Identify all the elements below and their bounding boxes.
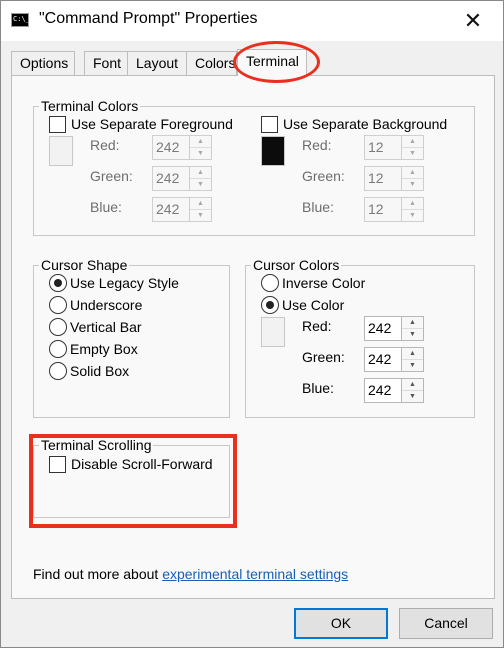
spin-up-icon[interactable]: ▲	[402, 317, 423, 329]
use-separate-foreground-label: Use Separate Foreground	[71, 116, 233, 132]
cursor-blue-value[interactable]: 242	[364, 378, 402, 403]
spin-up-icon[interactable]: ▲	[402, 136, 423, 148]
ok-button[interactable]: OK	[294, 608, 388, 639]
cursor-legacy-label: Use Legacy Style	[70, 275, 179, 291]
experimental-terminal-settings-link[interactable]: experimental terminal settings	[162, 566, 348, 582]
use-separate-background-label: Use Separate Background	[283, 116, 448, 132]
inverse-color-radio[interactable]	[261, 274, 279, 292]
background-green-label: Green:	[302, 168, 345, 184]
tab-font[interactable]: Font	[84, 51, 128, 75]
foreground-red-value[interactable]: 242	[152, 135, 190, 160]
cursor-legacy-radio[interactable]	[49, 274, 67, 292]
spin-up-icon[interactable]: ▲	[190, 167, 211, 179]
foreground-blue-spinner[interactable]: 242 ▲ ▼	[152, 197, 212, 222]
cursor-underscore-radio[interactable]	[49, 296, 67, 314]
spin-down-icon[interactable]: ▼	[402, 329, 423, 341]
spin-down-icon[interactable]: ▼	[402, 148, 423, 160]
cursor-shape-legend: Cursor Shape	[41, 257, 128, 273]
cursor-vertical-bar-label: Vertical Bar	[70, 319, 142, 335]
spin-down-icon[interactable]: ▼	[190, 179, 211, 191]
spin-down-icon[interactable]: ▼	[402, 210, 423, 222]
spin-up-icon[interactable]: ▲	[190, 136, 211, 148]
cursor-empty-box-radio[interactable]	[49, 340, 67, 358]
terminal-colors-legend: Terminal Colors	[41, 98, 139, 114]
spin-down-icon[interactable]: ▼	[402, 391, 423, 403]
inverse-color-label: Inverse Color	[282, 275, 366, 291]
use-color-label: Use Color	[282, 297, 345, 313]
spin-up-icon[interactable]: ▲	[402, 198, 423, 210]
use-separate-background-checkbox[interactable]	[261, 116, 278, 133]
cursor-colors-legend: Cursor Colors	[253, 257, 340, 273]
foreground-green-value[interactable]: 242	[152, 166, 190, 191]
spin-down-icon[interactable]: ▼	[402, 179, 423, 191]
info-text: Find out more about experimental termina…	[33, 566, 348, 582]
terminal-tab-panel: Terminal Colors Use Separate Foreground …	[11, 75, 495, 599]
foreground-green-label: Green:	[90, 168, 133, 184]
foreground-blue-label: Blue:	[90, 199, 122, 215]
background-blue-label: Blue:	[302, 199, 334, 215]
spin-down-icon[interactable]: ▼	[402, 360, 423, 372]
spin-down-icon[interactable]: ▼	[190, 148, 211, 160]
background-red-value[interactable]: 12	[364, 135, 402, 160]
tab-colors[interactable]: Colors	[186, 51, 237, 75]
cancel-button[interactable]: Cancel	[399, 608, 493, 639]
cursor-underscore-label: Underscore	[70, 297, 143, 313]
tab-layout[interactable]: Layout	[127, 51, 187, 75]
cursor-solid-box-radio[interactable]	[49, 362, 67, 380]
title-bar: C:\_ "Command Prompt" Properties ✕	[1, 1, 503, 41]
foreground-color-swatch	[49, 136, 73, 166]
use-color-radio[interactable]	[261, 296, 279, 314]
background-green-spinner[interactable]: 12 ▲ ▼	[364, 166, 424, 191]
foreground-green-spinner[interactable]: 242 ▲ ▼	[152, 166, 212, 191]
cursor-color-swatch	[261, 317, 285, 347]
terminal-scrolling-legend: Terminal Scrolling	[41, 437, 152, 453]
cursor-blue-label: Blue:	[302, 380, 334, 396]
spin-up-icon[interactable]: ▲	[402, 167, 423, 179]
properties-window: C:\_ "Command Prompt" Properties ✕ Optio…	[0, 0, 504, 648]
background-red-spinner[interactable]: 12 ▲ ▼	[364, 135, 424, 160]
cursor-solid-box-label: Solid Box	[70, 363, 130, 379]
terminal-scrolling-group: Terminal Scrolling	[33, 437, 230, 518]
background-blue-spinner[interactable]: 12 ▲ ▼	[364, 197, 424, 222]
cursor-red-value[interactable]: 242	[364, 316, 402, 341]
cursor-blue-spinner[interactable]: 242 ▲ ▼	[364, 378, 424, 403]
close-button[interactable]: ✕	[459, 7, 487, 35]
cursor-green-spinner[interactable]: 242 ▲ ▼	[364, 347, 424, 372]
disable-scroll-forward-checkbox[interactable]	[49, 456, 66, 473]
spin-up-icon[interactable]: ▲	[402, 348, 423, 360]
command-prompt-icon: C:\_	[11, 13, 30, 27]
background-green-value[interactable]: 12	[364, 166, 402, 191]
cursor-red-spinner[interactable]: 242 ▲ ▼	[364, 316, 424, 341]
tab-terminal[interactable]: Terminal	[237, 49, 307, 76]
foreground-red-spinner[interactable]: 242 ▲ ▼	[152, 135, 212, 160]
foreground-blue-value[interactable]: 242	[152, 197, 190, 222]
cursor-green-value[interactable]: 242	[364, 347, 402, 372]
cursor-vertical-bar-radio[interactable]	[49, 318, 67, 336]
cursor-green-label: Green:	[302, 349, 345, 365]
window-title: "Command Prompt" Properties	[39, 10, 258, 27]
background-blue-value[interactable]: 12	[364, 197, 402, 222]
background-red-label: Red:	[302, 137, 332, 153]
disable-scroll-forward-label: Disable Scroll-Forward	[71, 456, 213, 472]
spin-up-icon[interactable]: ▲	[402, 379, 423, 391]
spin-down-icon[interactable]: ▼	[190, 210, 211, 222]
cursor-red-label: Red:	[302, 318, 332, 334]
background-color-swatch	[261, 136, 285, 166]
spin-up-icon[interactable]: ▲	[190, 198, 211, 210]
tab-options[interactable]: Options	[11, 51, 75, 75]
cursor-empty-box-label: Empty Box	[70, 341, 138, 357]
use-separate-foreground-checkbox[interactable]	[49, 116, 66, 133]
foreground-red-label: Red:	[90, 137, 120, 153]
info-prefix: Find out more about	[33, 566, 163, 582]
